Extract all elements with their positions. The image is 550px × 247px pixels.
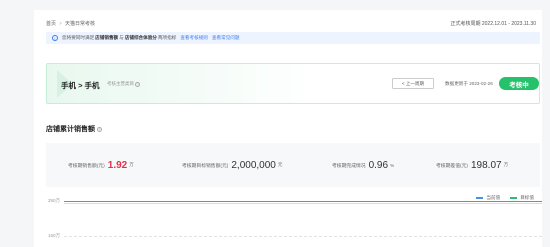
metric-unit: 万 [129, 162, 134, 167]
assessment-period: 正式考核周期 2022.12.01 - 2023.11.30 [450, 21, 536, 27]
info-bar: i 您将要同时满足 店铺销售额 与 店铺综合体验分 两项指标 查看考核规则 查看… [46, 32, 540, 44]
previous-period-button[interactable]: < 上一周期 [392, 78, 434, 89]
faq-link[interactable]: 查看常见问题 [212, 35, 240, 41]
page: 首页 > 天猫日常考核 正式考核周期 2022.12.01 - 2023.11.… [0, 0, 550, 247]
metric-sales: 考核期销售额(元) 1.92 万 [68, 143, 134, 187]
breadcrumb: 首页 > 天猫日常考核 [46, 20, 95, 28]
section-title-text: 店铺累计销售额 [46, 126, 95, 133]
metric-value: 198.07 [470, 159, 502, 171]
metric-unit: % [390, 162, 395, 168]
breadcrumb-separator: > [59, 20, 62, 27]
data-updated-text: 数据更新于 2023-02-26 [445, 81, 493, 86]
breadcrumb-current: 天猫日常考核 [64, 21, 95, 27]
metric-label: 考核期差值(元) [436, 163, 468, 169]
target-series-line [64, 201, 542, 202]
metric-value: 2,000,000 [231, 159, 276, 171]
current-series-line [64, 203, 542, 204]
info-text-1: 您将要同时满足 [62, 35, 95, 40]
metric-difference: 考核期差值(元) 198.07 万 [436, 143, 508, 187]
section-title: 店铺累计销售额 ? [46, 124, 102, 134]
y-tick-label: 250万 [48, 198, 61, 203]
info-bold-sales: 店铺销售额 [95, 35, 119, 40]
chart-gridline [64, 236, 542, 237]
metric-target: 考核期目标销售额(元) 2,000,000 元 [182, 143, 282, 187]
info-text-2: 与 [119, 35, 124, 40]
help-icon[interactable]: ? [97, 126, 102, 132]
metric-unit: 万 [503, 162, 509, 167]
metric-unit: 元 [277, 162, 283, 167]
legend-swatch [476, 197, 484, 199]
metric-value: 1.92 [107, 159, 128, 171]
metric-completion: 考核期完成情况 0.96 % [332, 143, 394, 187]
status-button[interactable]: 考核中 [499, 77, 539, 90]
category-hint-label: 考核主营类目 [107, 81, 134, 86]
info-text-3: 两项指标 [157, 35, 177, 40]
metric-label: 考核期销售额(元) [68, 163, 105, 169]
y-tick-label: 150万 [48, 233, 61, 238]
category-bar: 手机 > 手机 考核主营类目 ? < 上一周期 数据更新于 2023-02-26… [46, 63, 540, 104]
main-card: 首页 > 天猫日常考核 正式考核周期 2022.12.01 - 2023.11.… [34, 10, 542, 247]
metric-label: 考核期目标销售额(元) [182, 163, 229, 169]
info-bold-score: 店铺综合体验分 [124, 35, 157, 40]
rules-link[interactable]: 查看考核规则 [180, 35, 208, 41]
info-icon: i [52, 35, 58, 41]
metric-value: 0.96 [368, 159, 389, 171]
breadcrumb-home[interactable]: 首页 [46, 20, 56, 27]
metrics-panel: 考核期销售额(元) 1.92 万 考核期目标销售额(元) 2,000,000 元… [46, 143, 540, 187]
legend-swatch [510, 197, 518, 199]
category-title: 手机 > 手机 [61, 81, 100, 90]
metric-label: 考核期完成情况 [332, 163, 366, 169]
help-icon[interactable]: ? [135, 81, 140, 87]
category-hint: 考核主营类目 ? [107, 81, 140, 87]
